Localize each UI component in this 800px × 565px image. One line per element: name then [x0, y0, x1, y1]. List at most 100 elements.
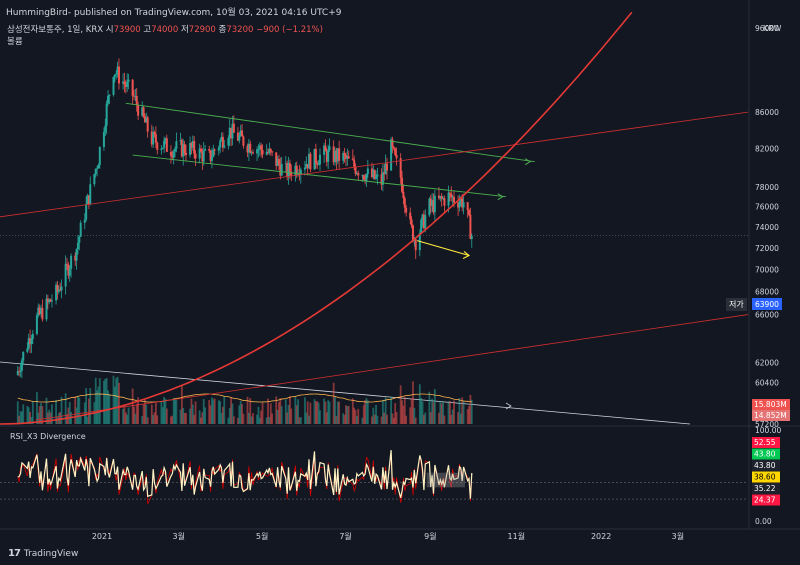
candle-body — [126, 81, 129, 87]
price-tick-label: 60400 — [755, 378, 779, 387]
volume-bar — [175, 399, 178, 424]
candle-body — [338, 148, 341, 161]
candle-body — [251, 152, 254, 154]
candle-body — [391, 139, 394, 148]
candle-body — [78, 236, 81, 243]
volume-bar — [453, 400, 455, 424]
candle-body — [127, 79, 130, 82]
candle-body — [362, 175, 365, 180]
time-tick-label: 3월 — [672, 531, 684, 541]
candle-body — [409, 212, 412, 220]
volume-bar — [424, 412, 427, 424]
candle-body — [30, 339, 33, 345]
candle-body — [353, 159, 356, 167]
rsi-indicator-title[interactable]: RSI_X3 Divergence — [10, 432, 86, 441]
volume-bar — [127, 407, 130, 424]
price-tick-label: 78000 — [755, 183, 779, 192]
candle-body — [93, 174, 96, 185]
volume-bar — [252, 413, 254, 424]
volume-bar — [290, 408, 293, 424]
candle-body — [107, 95, 110, 104]
volume-bar — [213, 398, 216, 424]
candle-body — [280, 163, 283, 176]
volume-bar — [223, 396, 226, 424]
candle-body — [83, 219, 86, 223]
candle-body — [68, 268, 71, 276]
volume-bar — [271, 413, 274, 424]
candle-body — [50, 300, 53, 302]
tradingview-mark-icon: 17 — [8, 548, 21, 559]
candle-body — [31, 333, 34, 340]
rsi-value-label: 24.37 — [754, 496, 776, 505]
volume-bar — [357, 408, 360, 424]
candle-body — [324, 145, 327, 152]
candle-body — [154, 134, 157, 143]
tradingview-logo[interactable]: 17 TradingView — [8, 548, 78, 559]
rsi-value-label: 35.22 — [754, 484, 776, 493]
candle-body — [317, 164, 320, 166]
time-tick-label: 3월 — [173, 531, 185, 541]
time-tick-label: 5월 — [256, 531, 268, 541]
volume-bar — [165, 408, 168, 424]
candle-body — [354, 166, 357, 174]
symbol-name[interactable]: 삼성전자보통주, 1일, KRX — [7, 25, 103, 35]
volume-bar — [299, 417, 302, 424]
volume-bar — [347, 405, 350, 424]
candle-body — [26, 348, 29, 352]
volume-legend[interactable]: 볼륨 — [7, 35, 23, 47]
high-value: 74000 — [151, 25, 179, 35]
price-tick-label: 86000 — [755, 108, 779, 117]
candle-body — [213, 149, 216, 151]
rsi-tick-label: 100.00 — [755, 426, 781, 435]
candle-body — [66, 263, 69, 265]
candle-body — [410, 219, 413, 226]
volume-bar — [118, 382, 120, 424]
price-tick-label: 82000 — [755, 145, 779, 154]
candle-body — [20, 360, 23, 371]
candle-body — [175, 141, 178, 149]
candle-body — [260, 145, 263, 150]
candle-body — [375, 176, 378, 179]
volume-bar — [232, 416, 235, 424]
time-tick-label: 2021 — [92, 532, 112, 541]
currency-label: KRW — [763, 24, 782, 33]
candle-body — [420, 219, 423, 234]
volume-bar — [79, 415, 82, 424]
candle-body — [35, 315, 38, 334]
candle-body — [385, 163, 388, 171]
volume-bar — [405, 415, 408, 424]
candle-body — [351, 158, 354, 160]
candle-body — [19, 370, 22, 372]
volume-bar — [319, 410, 321, 424]
candle-body — [172, 151, 175, 158]
volume-bar — [98, 378, 101, 424]
candle-body — [193, 141, 196, 154]
published-caption: HummingBird- published on TradingView.co… — [6, 8, 342, 18]
candle-body — [448, 192, 451, 194]
chart-canvas[interactable]: 9600086000820007800076000740007200070000… — [0, 0, 800, 565]
candle-body — [242, 136, 245, 146]
candle-body — [470, 235, 473, 239]
symbol-legend[interactable]: 삼성전자보통주, 1일, KRX 시73900 고74000 저72900 종7… — [7, 23, 323, 35]
time-tick-label: 11월 — [508, 531, 526, 541]
candle-body — [328, 146, 331, 151]
candle-body — [135, 96, 138, 105]
candle-body — [217, 147, 220, 151]
candle-body — [223, 145, 226, 148]
candle-body — [204, 148, 207, 151]
candle-body — [447, 192, 450, 206]
volume-bar — [366, 400, 369, 424]
candle-body — [113, 74, 116, 77]
candle-body — [271, 151, 274, 153]
candle-body — [41, 307, 44, 320]
volume-bar — [328, 401, 331, 424]
candle-body — [452, 196, 455, 203]
volume-bar — [386, 414, 388, 424]
candle-body — [156, 142, 159, 150]
candle-body — [96, 168, 99, 170]
grid — [0, 0, 800, 565]
candle-body — [394, 148, 397, 155]
time-tick-label: 7월 — [339, 531, 351, 541]
candle-body — [403, 198, 406, 208]
price-tick-label: 76000 — [755, 203, 779, 212]
